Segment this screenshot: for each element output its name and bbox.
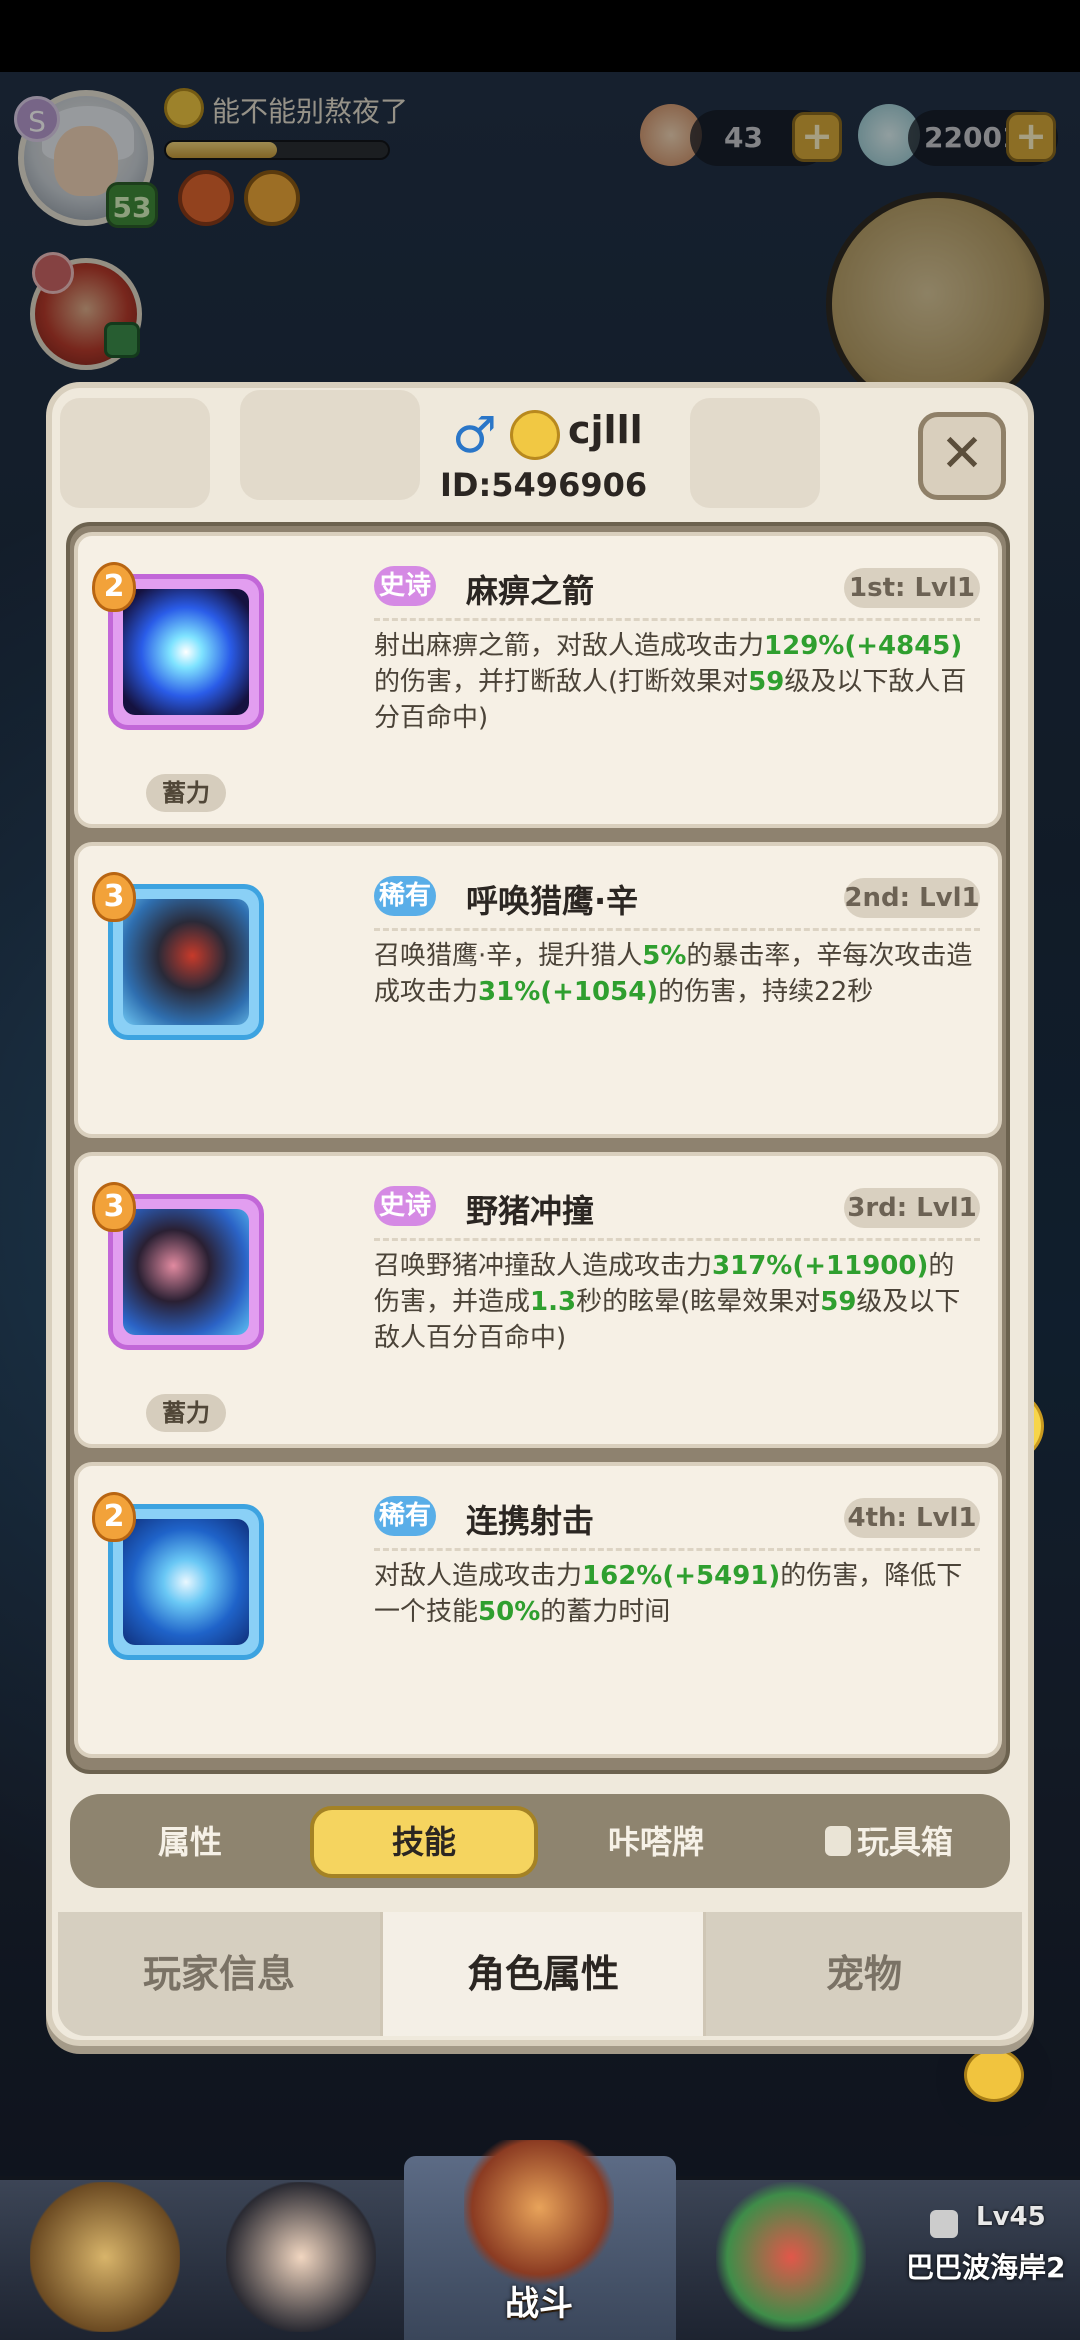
male-gender-icon: ♂ [452,406,497,464]
divider [374,928,980,931]
skill-name: 呼唤猎鹰·辛 [466,882,639,920]
subtab-cards[interactable]: 咔嗒牌 [546,1806,766,1878]
nav-character-1[interactable] [30,2182,180,2332]
close-button[interactable]: ✕ [918,412,1006,500]
tab-player-info[interactable]: 玩家信息 [58,1912,380,2036]
panel-decoration [690,398,820,508]
skill-slot-tag: 1st: Lvl1 [844,568,980,608]
subtab-toybox[interactable]: 玩具箱 [776,1806,1002,1878]
subtab-attributes[interactable]: 属性 [80,1806,300,1878]
skill-description: 召唤猎鹰·辛，提升猎人5%的暴击率，辛每次攻击造成攻击力31%(+1054)的伤… [374,941,973,1007]
locked-area-name[interactable]: 巴巴波海岸2 [906,2246,1065,2286]
locked-area-level: Lv45 [976,2202,1046,2232]
divider [374,1548,980,1551]
charge-tag: 蓄力 [146,1394,226,1432]
subtab-toybox-label: 玩具箱 [856,1823,953,1861]
name-emoji-icon [510,410,560,460]
skill-name: 麻痹之箭 [466,572,595,610]
skill-description: 对敌人造成攻击力162%(+5491)的伤害，降低下一个技能50%的蓄力时间 [374,1561,963,1627]
skill-description: 射出麻痹之箭，对敌人造成攻击力129%(+4845)的伤害，并打断敌人(打断效果… [374,631,967,733]
nav-pet[interactable] [716,2182,866,2332]
skill-level-badge: 2 [92,562,136,612]
skill-level-badge: 3 [92,872,136,922]
skill-slot-tag: 2nd: Lvl1 [844,878,980,918]
skill-card[interactable]: 3 稀有 呼唤猎鹰·辛 2nd: Lvl1 召唤猎鹰·辛，提升猎人5%的暴击率，… [74,842,1002,1138]
skill-description: 召唤野猪冲撞敌人造成攻击力317%(+11900)的伤害，并造成1.3秒的眩晕(… [374,1251,961,1353]
skill-art [123,1209,249,1335]
charge-tag: 蓄力 [146,774,226,812]
subtab-skills[interactable]: 技能 [310,1806,538,1878]
divider [374,1238,980,1241]
skill-card[interactable]: 3 蓄力 史诗 野猪冲撞 3rd: Lvl1 召唤野猪冲撞敌人造成攻击力317%… [74,1152,1002,1448]
lock-icon [824,1826,851,1856]
nav-battle-label[interactable]: 战斗 [505,2276,573,2325]
tab-pets[interactable]: 宠物 [706,1912,1022,2036]
skill-slot-tag: 3rd: Lvl1 [844,1188,980,1228]
skill-art [123,899,249,1025]
nav-character-2[interactable] [226,2182,376,2332]
panel-player-name: cjlll [568,408,643,452]
skill-name: 连携射击 [466,1502,595,1540]
skill-card[interactable]: 2 蓄力 史诗 麻痹之箭 1st: Lvl1 射出麻痹之箭，对敌人造成攻击力12… [74,532,1002,828]
chat-bubble-icon [964,2048,1024,2102]
skill-level-badge: 3 [92,1182,136,1232]
skill-level-badge: 2 [92,1492,136,1542]
nav-battle-icon[interactable] [464,2140,614,2290]
rarity-badge: 史诗 [374,566,436,606]
skill-name: 野猪冲撞 [466,1192,595,1230]
skill-slot-tag: 4th: Lvl1 [844,1498,980,1538]
panel-player-id: ID:5496906 [440,466,648,504]
skill-card[interactable]: 2 稀有 连携射击 4th: Lvl1 对敌人造成攻击力162%(+5491)的… [74,1462,1002,1758]
skill-art [123,1519,249,1645]
panel-decoration [60,398,210,508]
lock-icon [930,2210,958,2238]
rarity-badge: 史诗 [374,1186,436,1226]
tab-character-attributes[interactable]: 角色属性 [380,1912,706,2036]
skill-art [123,589,249,715]
panel-decoration [240,390,420,500]
divider [374,618,980,621]
rarity-badge: 稀有 [374,876,436,916]
rarity-badge: 稀有 [374,1496,436,1536]
